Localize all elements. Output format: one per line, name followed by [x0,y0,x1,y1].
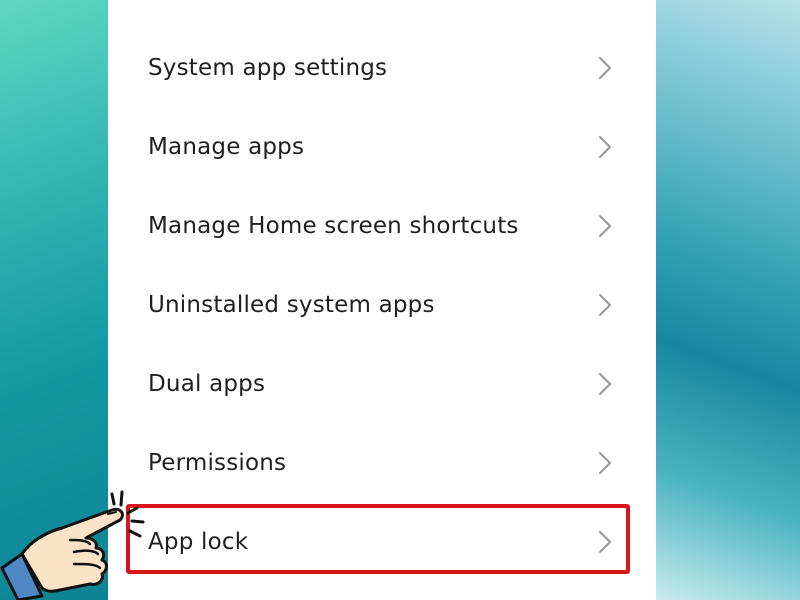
menu-item-uninstalled-system-apps[interactable]: Uninstalled system apps [108,274,656,336]
menu-item-permissions[interactable]: Permissions [108,432,656,494]
menu-item-label: App lock [148,529,249,555]
menu-item-label: Uninstalled system apps [148,292,435,318]
menu-item-label: Manage Home screen shortcuts [148,213,519,239]
menu-item-system-app-settings[interactable]: System app settings [108,37,656,99]
chevron-right-icon [597,213,613,239]
menu-item-label: System app settings [148,55,388,81]
menu-item-app-lock[interactable]: App lock [108,511,656,573]
settings-panel: System app settings Manage apps Manage H… [108,0,656,600]
menu-item-dual-apps[interactable]: Dual apps [108,353,656,415]
menu-item-label: Dual apps [148,371,266,397]
menu-item-manage-apps[interactable]: Manage apps [108,116,656,178]
menu-item-label: Manage apps [148,134,305,160]
pointing-hand-icon [0,488,160,600]
background-right [656,0,800,600]
chevron-right-icon [597,292,613,318]
chevron-right-icon [597,529,613,555]
chevron-right-icon [597,134,613,160]
menu-item-label: Permissions [148,450,287,476]
chevron-right-icon [597,371,613,397]
chevron-right-icon [597,55,613,81]
menu-item-manage-home-screen-shortcuts[interactable]: Manage Home screen shortcuts [108,195,656,257]
chevron-right-icon [597,450,613,476]
